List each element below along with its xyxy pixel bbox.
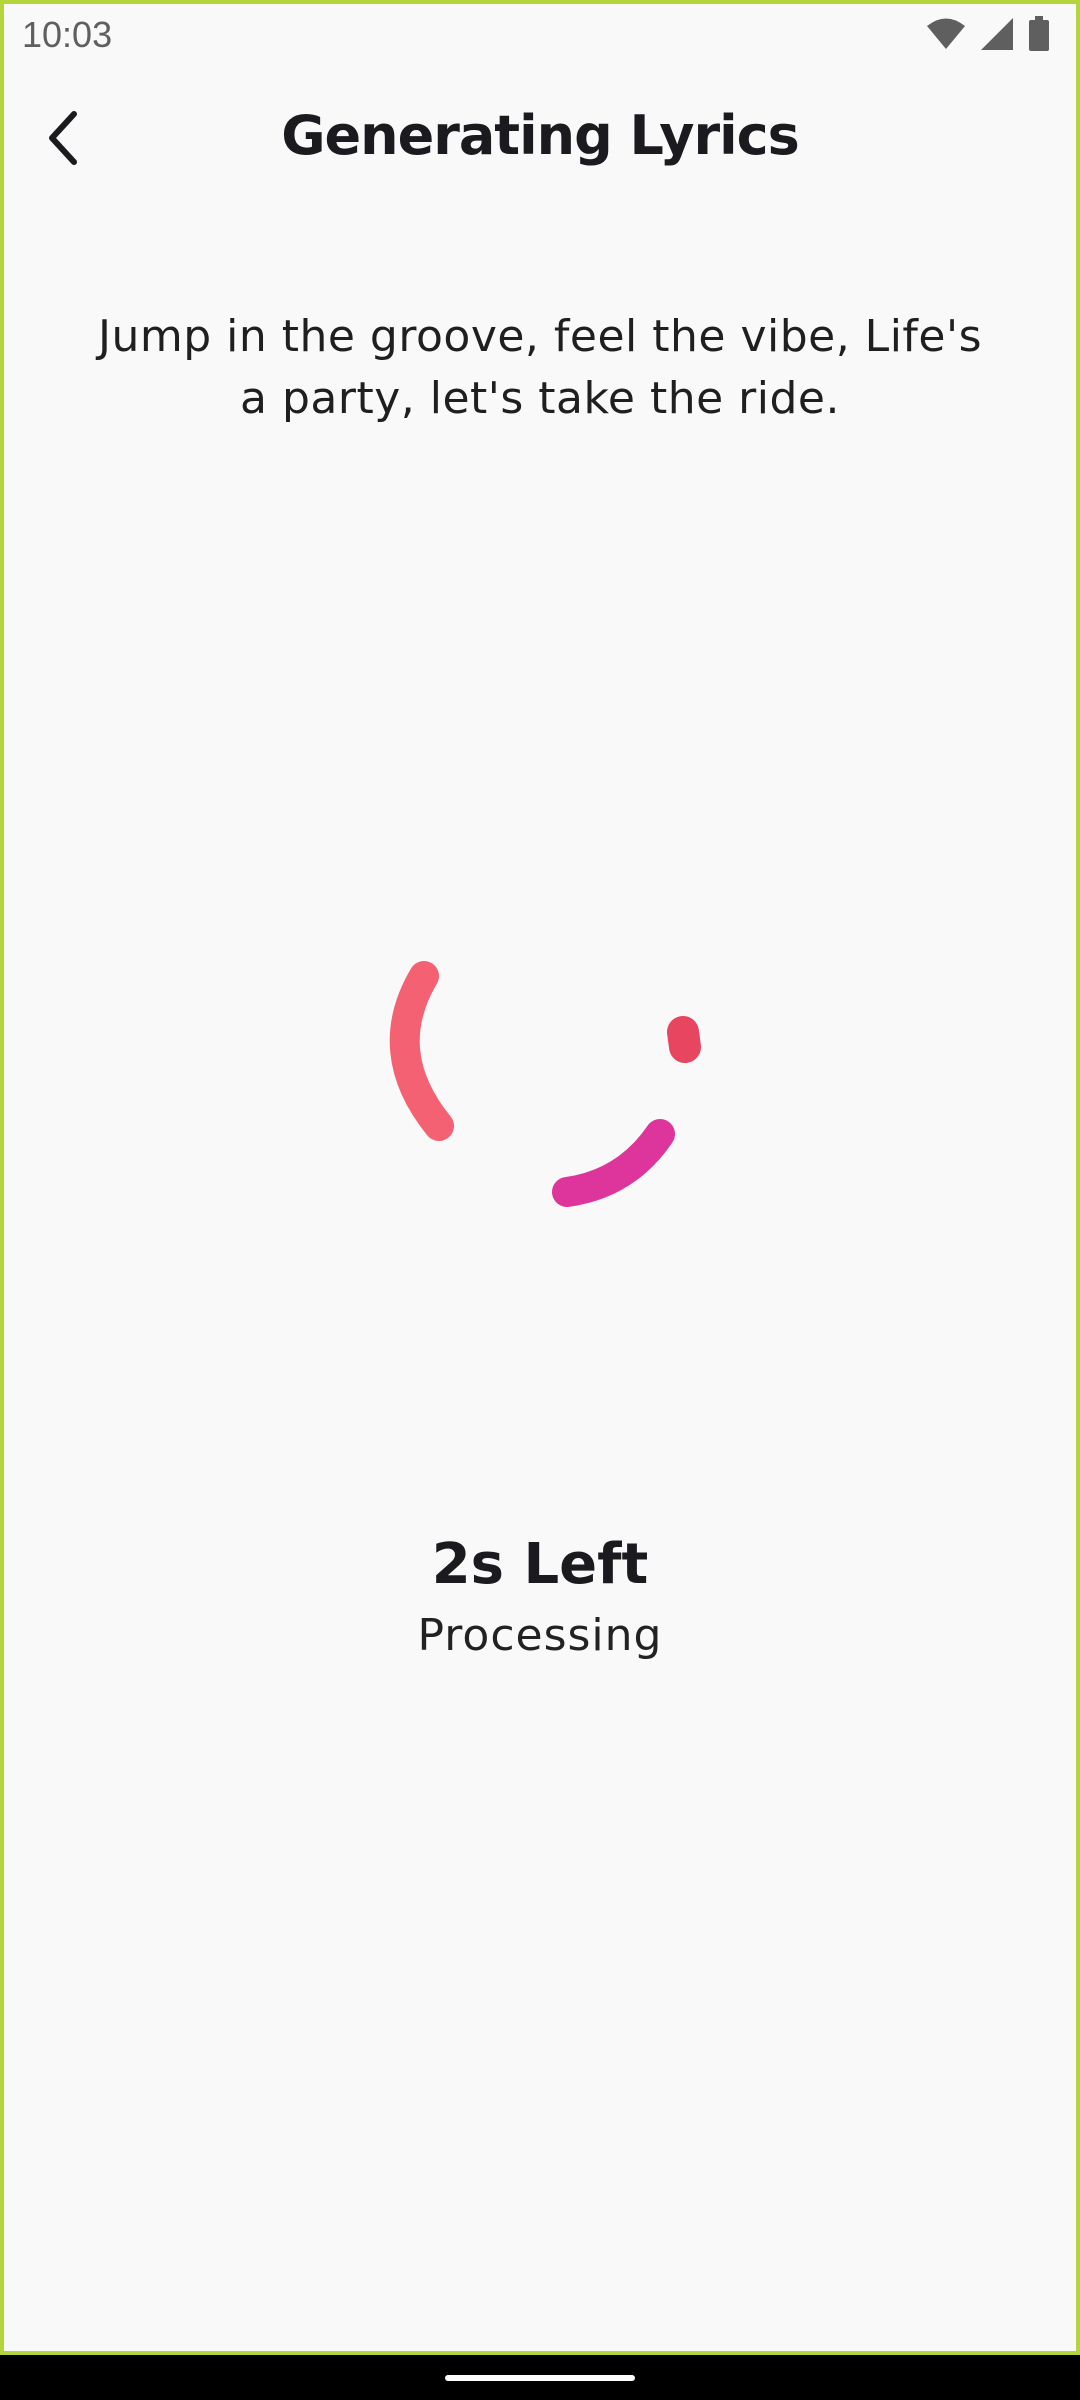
spinner-arc-left [389, 961, 454, 1141]
status-time: 10:03 [22, 14, 113, 55]
status-icons [926, 16, 1050, 52]
loading-spinner [389, 961, 701, 1207]
lyrics-preview: Jump in the groove, feel the vibe, Life'… [98, 311, 982, 424]
time-left: 2s Left [431, 1532, 649, 1597]
header: Generating Lyrics [4, 94, 1076, 184]
signal-icon [980, 17, 1014, 51]
wifi-icon [926, 17, 966, 51]
processing-status: Processing [417, 1610, 663, 1661]
battery-icon [1028, 16, 1050, 52]
app-screen: 10:03 Generating Lyrics Jump in the groo… [0, 0, 1080, 2355]
spinner-dot [667, 1016, 701, 1063]
page-title: Generating Lyrics [281, 104, 800, 167]
status-bar: 10:03 [4, 4, 1076, 68]
spinner-arc-bottom [552, 1119, 675, 1207]
gesture-nav-handle[interactable] [445, 2375, 635, 2381]
